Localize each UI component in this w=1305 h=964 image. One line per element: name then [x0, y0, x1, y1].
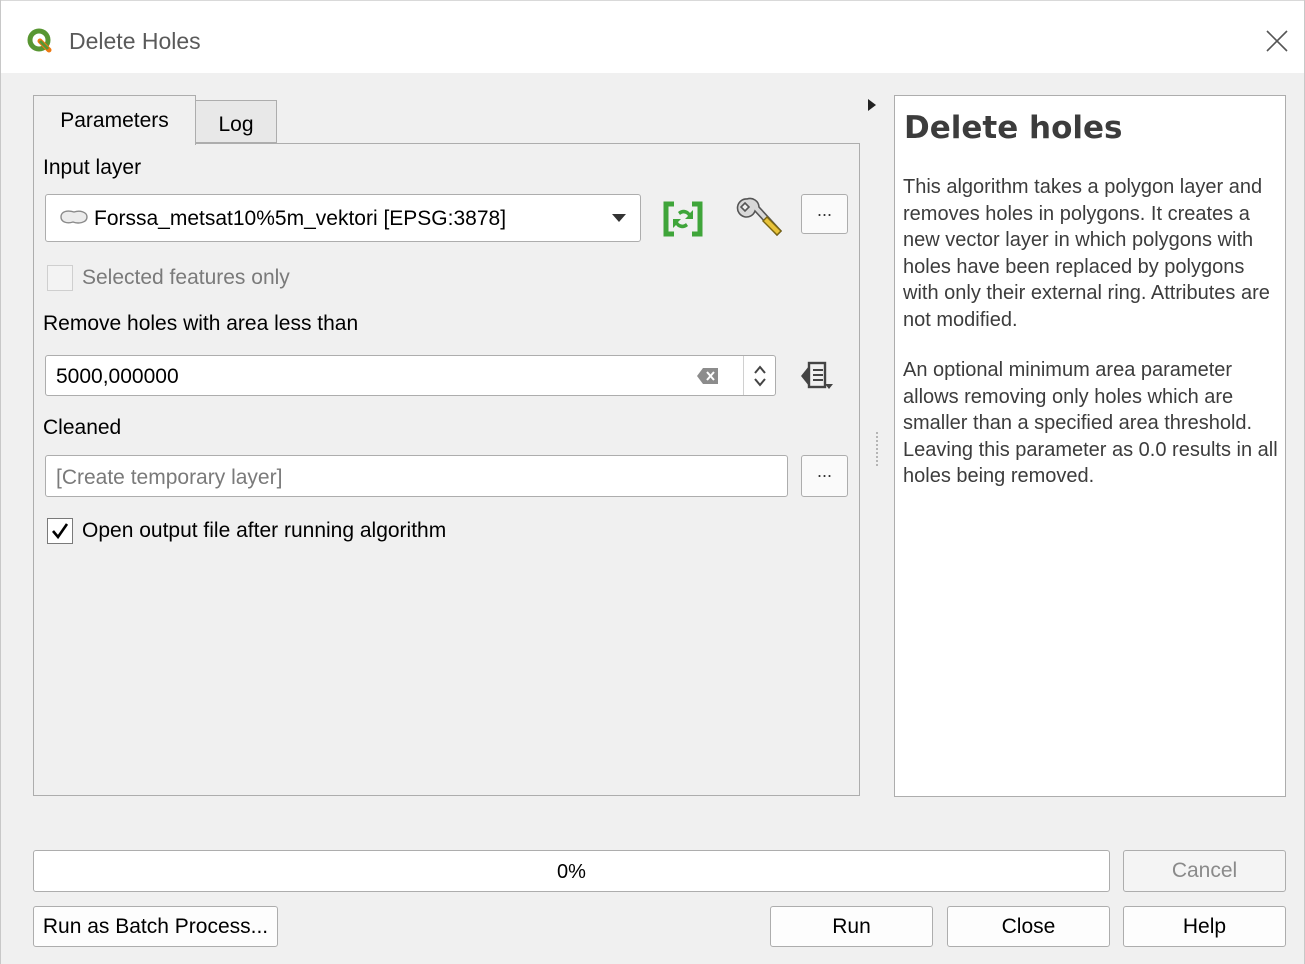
input-layer-label: Input layer: [43, 156, 142, 179]
help-paragraph-2: An optional minimum area parameter allow…: [903, 359, 1278, 487]
input-layer-combobox[interactable]: Forssa_metsat10%5m_vektori [EPSG:3878]: [45, 194, 641, 242]
output-destination-field[interactable]: [Create temporary layer]: [45, 455, 788, 497]
selected-features-checkbox[interactable]: [47, 265, 73, 291]
run-button[interactable]: Run: [770, 906, 933, 947]
progress-bar: 0%: [33, 850, 1110, 892]
window-title: Delete Holes: [69, 28, 201, 54]
output-more-button[interactable]: ...: [801, 455, 848, 497]
help-paragraph-1: This algorithm takes a polygon layer and…: [903, 176, 1270, 331]
min-area-value: 5000,000000: [56, 365, 179, 388]
output-label: Cleaned: [43, 416, 122, 439]
data-defined-override-icon[interactable]: [793, 358, 839, 394]
cancel-button[interactable]: Cancel: [1123, 850, 1286, 892]
polygon-layer-icon: [60, 210, 88, 224]
delete-holes-dialog: Delete Holes Parameters Log Input layer …: [0, 0, 1305, 964]
run-batch-button[interactable]: Run as Batch Process...: [33, 906, 278, 947]
progress-text: 0%: [557, 861, 586, 883]
open-output-label: Open output file after running algorithm: [82, 519, 447, 542]
tab-log[interactable]: Log: [195, 100, 277, 143]
checkmark-icon: [52, 523, 69, 540]
triangle-right-icon[interactable]: [867, 98, 877, 112]
chevron-down-icon: [612, 214, 626, 222]
close-icon[interactable]: [1263, 27, 1291, 55]
splitter-handle[interactable]: [876, 432, 880, 466]
tab-parameters[interactable]: Parameters: [33, 95, 196, 145]
clear-icon[interactable]: [696, 367, 720, 385]
output-placeholder: [Create temporary layer]: [56, 466, 283, 489]
open-output-checkbox[interactable]: [47, 518, 73, 544]
help-button[interactable]: Help: [1123, 906, 1286, 947]
close-button[interactable]: Close: [947, 906, 1110, 947]
spin-arrows-icon[interactable]: [752, 363, 768, 389]
spin-separator: [743, 356, 744, 395]
min-area-spinbox[interactable]: 5000,000000: [45, 355, 776, 396]
selected-features-label: Selected features only: [82, 266, 290, 289]
help-panel: Delete holes This algorithm takes a poly…: [894, 95, 1286, 797]
help-body: This algorithm takes a polygon layer and…: [903, 174, 1281, 514]
title-bar: Delete Holes: [1, 0, 1304, 73]
min-area-label: Remove holes with area less than: [43, 312, 359, 335]
iterate-features-icon[interactable]: [660, 198, 706, 240]
input-layer-more-button[interactable]: ...: [801, 194, 848, 234]
input-layer-value: Forssa_metsat10%5m_vektori [EPSG:3878]: [94, 207, 507, 230]
qgis-logo-icon: [27, 28, 52, 53]
help-title: Delete holes: [904, 110, 1123, 146]
wrench-icon[interactable]: [733, 195, 785, 243]
